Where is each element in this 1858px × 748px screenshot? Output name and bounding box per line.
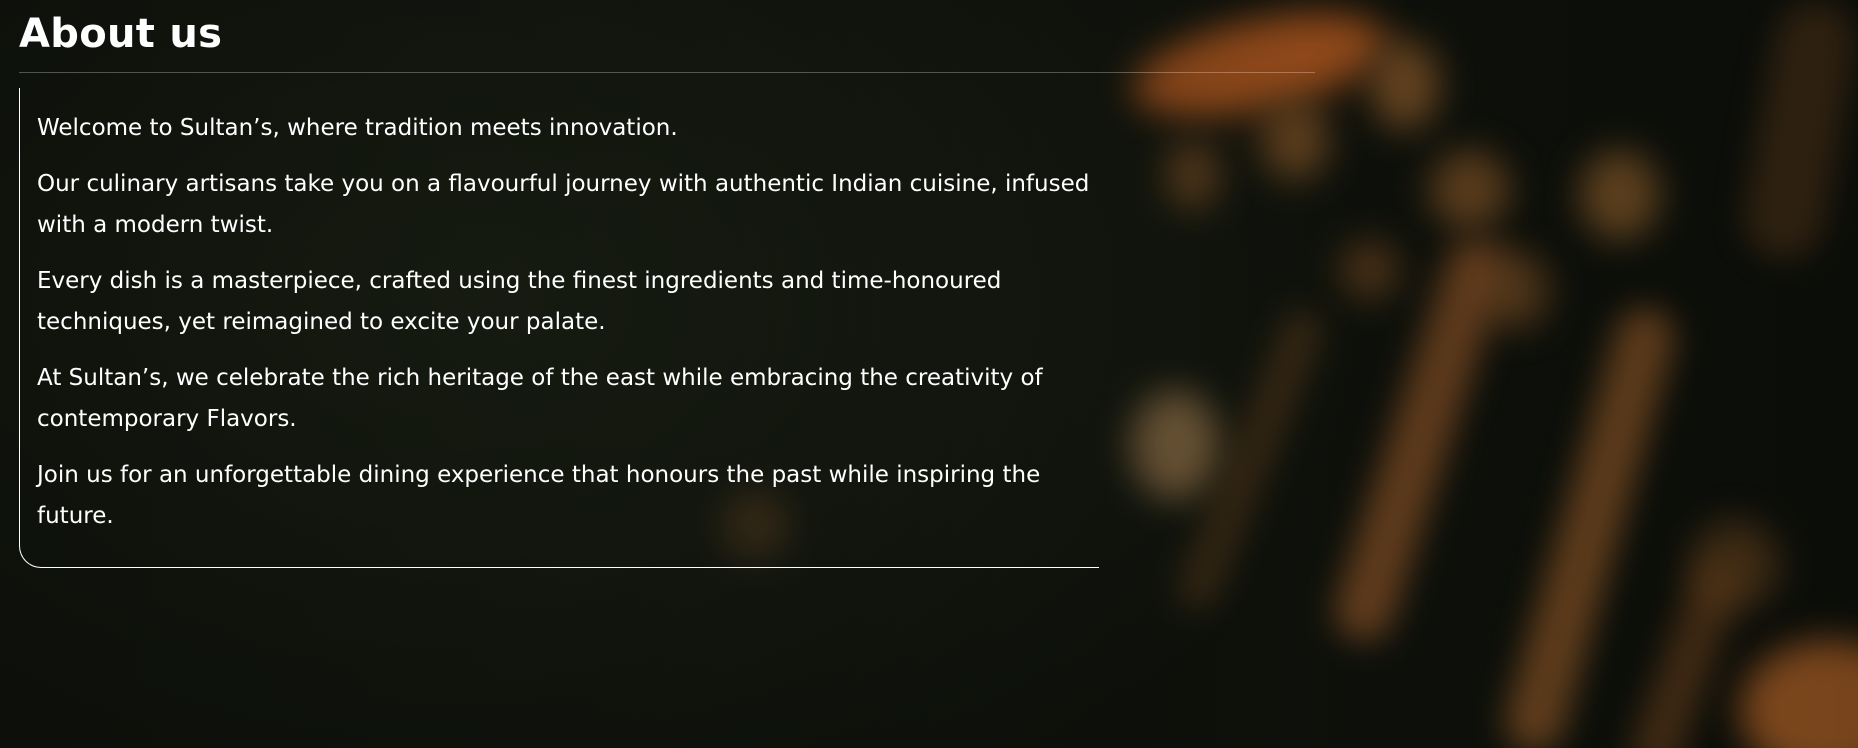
about-paragraph: Join us for an unforgettable dining expe… xyxy=(37,462,1041,529)
about-paragraph: Welcome to Sultan’s, where tradition mee… xyxy=(37,115,678,141)
title-divider xyxy=(19,72,1315,73)
about-paragraph: Our culinary artisans take you on a flav… xyxy=(37,171,1090,238)
page-title: About us xyxy=(19,11,223,57)
about-section: About us Welcome to Sultan’s, where trad… xyxy=(0,0,1858,748)
about-paragraph: At Sultan’s, we celebrate the rich herit… xyxy=(37,365,1043,432)
about-text-card: Welcome to Sultan’s, where tradition mee… xyxy=(19,88,1099,568)
about-paragraph: Every dish is a masterpiece, crafted usi… xyxy=(37,268,1002,335)
